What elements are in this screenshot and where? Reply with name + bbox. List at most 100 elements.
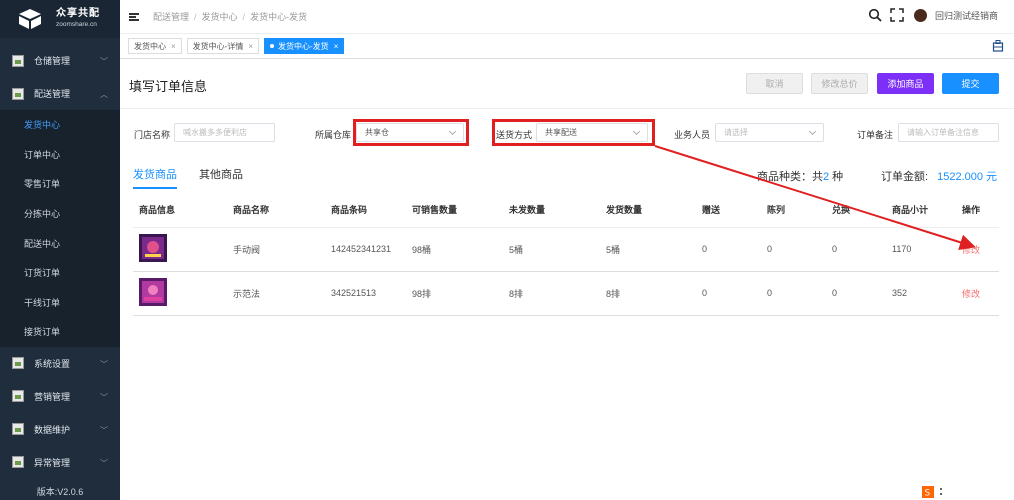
search-icon[interactable] (868, 8, 882, 22)
store-input[interactable]: 喊水搬多多便利店 (174, 123, 275, 142)
avatar[interactable] (913, 8, 927, 22)
display-qty: 0 (767, 271, 832, 316)
menu-label: 仓储管理 (34, 56, 71, 66)
close-icon[interactable]: × (334, 42, 339, 51)
sidebar-item-order-center[interactable]: 订单中心 (0, 140, 120, 170)
menu-delivery[interactable]: 配送管理 ︿ (0, 77, 120, 110)
submit-button[interactable]: 提交 (942, 73, 999, 94)
amount-value: 1522.000 元 (937, 171, 998, 183)
image-icon (12, 423, 24, 436)
edit-total-button[interactable]: 修改总价 (811, 73, 868, 94)
sidebar-item-dispatch-center[interactable]: 配送中心 (0, 228, 120, 258)
image-icon (12, 456, 24, 469)
fullscreen-icon[interactable] (890, 8, 904, 22)
sidebar-item-sorting-center[interactable]: 分拣中心 (0, 199, 120, 229)
sellable-qty: 98排 (412, 271, 509, 316)
menu-label: 异常管理 (34, 457, 71, 468)
sales-placeholder: 请选择 (724, 128, 748, 137)
submenu: 发货中心 订单中心 零售订单 分拣中心 配送中心 订货订单 干线订单 接货订单 (0, 110, 120, 347)
product-thumbnail[interactable] (139, 234, 167, 262)
menu-system[interactable]: 系统设置 ﹀ (0, 347, 120, 380)
col-header: 赠送 (702, 193, 767, 228)
menu-toggle-icon[interactable] (129, 12, 139, 21)
breadcrumb: 配送管理 / 发货中心 / 发货中心-发货 (153, 12, 308, 22)
goods-kinds: 商品种类：共2 种 (757, 168, 843, 184)
product-barcode: 342521513 (331, 271, 412, 316)
chevron-down-icon: ﹀ (100, 425, 108, 435)
tab-ship-send[interactable]: 发货中心-发货 × (264, 38, 345, 54)
col-header: 发货数量 (606, 193, 702, 228)
image-icon (12, 87, 24, 100)
topbar: 配送管理 / 发货中心 / 发货中心-发货 回归测试经销商 (120, 0, 1014, 33)
chevron-down-icon: ﹀ (100, 458, 108, 468)
image-icon (12, 357, 24, 370)
user-name[interactable]: 回归测试经销商 (935, 9, 998, 22)
image-icon (12, 390, 24, 403)
sales-label: 业务人员 (674, 130, 711, 140)
exchange-qty: 0 (832, 227, 892, 272)
product-barcode: 142452341231 (331, 227, 412, 272)
chevron-up-icon: ︿ (100, 90, 108, 99)
order-amount: 订单金额: 1522.000 元 (881, 168, 997, 184)
close-icon[interactable]: × (171, 42, 176, 51)
tab-ship-center[interactable]: 发货中心 × (128, 38, 182, 54)
sidebar-item-receive-orders[interactable]: 接货订单 (0, 317, 120, 347)
menu-label: 系统设置 (34, 358, 71, 369)
close-icon[interactable]: × (248, 42, 253, 51)
menu-marketing[interactable]: 营销管理 ﹀ (0, 380, 120, 413)
subtotal: 1170 (892, 227, 962, 272)
send-qty: 5桶 (606, 227, 702, 272)
unsent-qty: 5桶 (509, 227, 606, 272)
input-method-icon[interactable]: S (922, 486, 946, 498)
sales-select[interactable]: 请选择 (715, 123, 824, 142)
tab-label: 发货中心-发货 (278, 41, 329, 51)
exchange-qty: 0 (832, 271, 892, 316)
edit-link[interactable]: 修改 (962, 227, 999, 272)
cancel-button[interactable]: 取消 (746, 73, 803, 94)
sidebar-item-purchase-orders[interactable]: 订货订单 (0, 258, 120, 288)
image-icon (12, 54, 24, 67)
remark-input[interactable]: 请输入订单备注信息 (898, 123, 999, 142)
logo-icon (19, 9, 41, 29)
remark-label: 订单备注 (857, 130, 894, 140)
main-content: 填写订单信息 取消 修改总价 添加商品 提交 门店名称 喊水搬多多便利店 所属仓… (120, 59, 1014, 500)
warehouse-label: 所属仓库 (315, 130, 352, 140)
col-header: 陈列 (767, 193, 832, 228)
chevron-down-icon: ﹀ (100, 392, 108, 402)
sidebar-item-trunk-orders[interactable]: 干线订单 (0, 288, 120, 318)
amount-label: 订单金额: (881, 171, 929, 183)
sidebar-item-ship-center[interactable]: 发货中心 (0, 110, 120, 140)
tab-ship-goods[interactable]: 发货商品 (133, 166, 177, 189)
menu-label: 数据维护 (34, 424, 71, 435)
display-qty: 0 (767, 227, 832, 272)
goods-table: 商品信息 商品名称 商品条码 可销售数量 未发数量 发货数量 赠送 陈列 兑换 … (133, 193, 999, 316)
gift-qty: 0 (702, 227, 767, 272)
col-header: 商品名称 (233, 193, 331, 228)
menu-exception[interactable]: 异常管理 ﹀ (0, 446, 120, 479)
menu-data[interactable]: 数据维护 ﹀ (0, 413, 120, 446)
breadcrumb-item[interactable]: 发货中心 (202, 12, 238, 22)
tab-ship-detail[interactable]: 发货中心-详情 × (186, 38, 260, 54)
breadcrumb-item: 发货中心-发货 (250, 12, 308, 22)
edit-link[interactable]: 修改 (962, 271, 999, 316)
annotation-box (353, 119, 469, 146)
breadcrumb-item[interactable]: 配送管理 (153, 12, 189, 22)
tabs-menu-icon[interactable] (992, 40, 1004, 52)
col-header: 可销售数量 (412, 193, 509, 228)
tab-other-goods[interactable]: 其他商品 (199, 166, 243, 189)
brand[interactable]: 众享共配 zoomshare.cn (0, 0, 120, 38)
sidebar-item-retail-orders[interactable]: 零售订单 (0, 169, 120, 199)
product-thumbnail[interactable] (139, 278, 167, 306)
gift-qty: 0 (702, 271, 767, 316)
unsent-qty: 8排 (509, 271, 606, 316)
menu-warehouse[interactable]: 仓储管理 ﹀ (0, 44, 120, 77)
table-row: 示范法 342521513 98排 8排 8排 0 0 0 352 修改 (133, 271, 999, 316)
add-goods-button[interactable]: 添加商品 (877, 73, 934, 94)
page-title: 填写订单信息 (129, 79, 208, 94)
table-header-row: 商品信息 商品名称 商品条码 可销售数量 未发数量 发货数量 赠送 陈列 兑换 … (133, 193, 999, 228)
goods-tabs: 发货商品 其他商品 (133, 166, 265, 189)
annotation-box (492, 119, 655, 146)
version-label: 版本:V2.0.6 (36, 487, 84, 497)
brand-domain: zoomshare.cn (56, 21, 97, 28)
col-header: 商品信息 (133, 193, 233, 228)
